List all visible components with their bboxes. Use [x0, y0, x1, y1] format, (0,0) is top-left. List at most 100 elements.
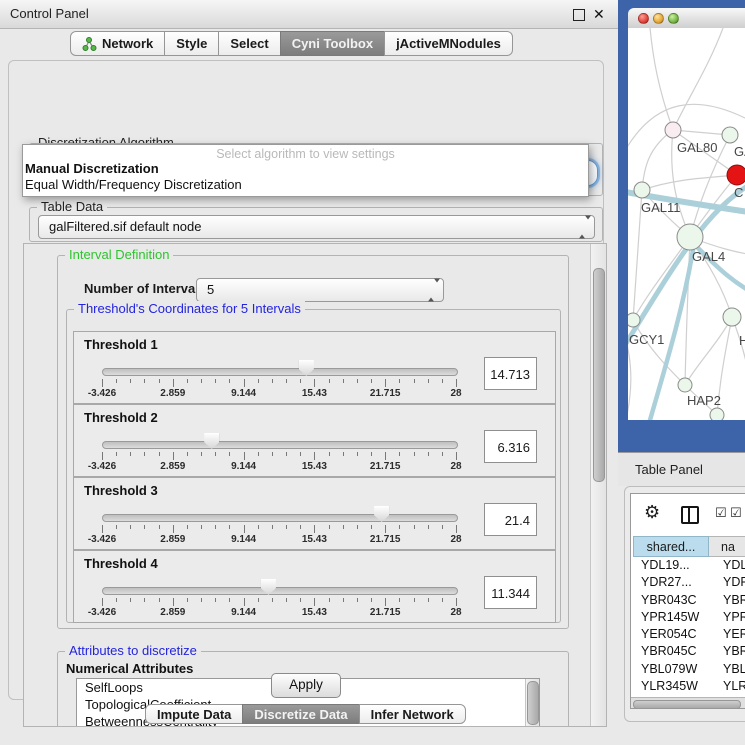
- table-row[interactable]: YLR345W YLR3: [633, 678, 745, 695]
- tick-mark: [300, 452, 301, 456]
- column-header-shared-name[interactable]: shared...: [633, 536, 709, 557]
- cell-name[interactable]: YBR0: [723, 592, 745, 609]
- table-horizontal-scrollbar[interactable]: [631, 697, 745, 708]
- thresholds-group: Threshold's Coordinates for 5 Intervals …: [66, 309, 561, 623]
- network-node-gal11[interactable]: [634, 182, 650, 198]
- threshold-4-value[interactable]: 11.344: [484, 576, 537, 609]
- cell-name[interactable]: YLR3: [723, 678, 745, 695]
- table-row[interactable]: YBR043C YBR0: [633, 592, 745, 609]
- network-node-gal4[interactable]: [677, 224, 703, 250]
- tick-mark: [244, 379, 245, 387]
- cell-shared-name[interactable]: YLR345W: [641, 678, 698, 695]
- cell-name[interactable]: YER0: [723, 626, 745, 643]
- cell-shared-name[interactable]: YBR045C: [641, 643, 697, 660]
- columns-icon[interactable]: [681, 506, 699, 524]
- cell-name[interactable]: YBR0: [723, 643, 745, 660]
- tab-discretize-data[interactable]: Discretize Data: [242, 704, 359, 724]
- table-row[interactable]: YDR27... YDR2: [633, 574, 745, 591]
- cell-shared-name[interactable]: YDL19...: [641, 557, 690, 574]
- apply-button[interactable]: Apply: [271, 673, 341, 698]
- tick-mark: [144, 452, 145, 456]
- threshold-2-value[interactable]: 6.316: [484, 430, 537, 463]
- tick-mark: [144, 379, 145, 383]
- threshold-3-value[interactable]: 21.4: [484, 503, 537, 536]
- node-label: H: [739, 333, 745, 348]
- checkbox-icon[interactable]: ☑: [730, 506, 742, 521]
- tick-mark: [215, 598, 216, 602]
- tick-mark: [414, 525, 415, 529]
- network-node-ga[interactable]: [722, 127, 738, 143]
- network-node-hap2[interactable]: [678, 378, 692, 392]
- table-row[interactable]: YBR045C YBR0: [633, 643, 745, 660]
- gear-icon[interactable]: ⚙: [644, 502, 660, 523]
- tick-mark: [187, 598, 188, 602]
- table-row[interactable]: YDL19... YDL1: [633, 557, 745, 574]
- cell-shared-name[interactable]: YBL079W: [641, 661, 697, 678]
- tick-mark: [258, 379, 259, 383]
- cell-shared-name[interactable]: YDR27...: [641, 574, 692, 591]
- float-window-icon[interactable]: [573, 9, 585, 21]
- tick-mark: [229, 598, 230, 602]
- minimize-traffic-light-icon[interactable]: [653, 13, 664, 24]
- threshold-2-slider-track[interactable]: [102, 441, 458, 449]
- cell-shared-name[interactable]: YER054C: [641, 626, 697, 643]
- table-row[interactable]: YPR145W YPR1: [633, 609, 745, 626]
- algorithm-option[interactable]: Equal Width/Frequency Discretization: [23, 177, 588, 193]
- tick-mark: [229, 452, 230, 456]
- settings-scrollbar[interactable]: [590, 244, 606, 726]
- threshold-4-label: Threshold 4: [84, 556, 158, 571]
- list-scrollbar-thumb[interactable]: [527, 681, 539, 725]
- cell-name[interactable]: YPR1: [723, 609, 745, 626]
- tick-label: 2.859: [160, 461, 185, 472]
- tick-mark: [371, 379, 372, 383]
- list-scrollbar[interactable]: [525, 679, 539, 727]
- node-label: GAL80: [677, 140, 717, 155]
- tab-select[interactable]: Select: [218, 31, 280, 56]
- node-table-window: ⚙ ☑ ☑ shared... na YDL19...YDL1YDR27...Y…: [630, 493, 745, 709]
- settings-scrollbar-thumb[interactable]: [593, 268, 605, 482]
- table-horizontal-scrollbar-thumb[interactable]: [633, 700, 741, 709]
- zoom-traffic-light-icon[interactable]: [668, 13, 679, 24]
- network-node-c[interactable]: [727, 165, 745, 185]
- tick-label: 2.859: [160, 388, 185, 399]
- tick-mark: [159, 525, 160, 529]
- tick-mark: [414, 452, 415, 456]
- algorithm-option[interactable]: Manual Discretization: [23, 161, 588, 177]
- cell-shared-name[interactable]: YBR043C: [641, 592, 697, 609]
- cell-shared-name[interactable]: YPR145W: [641, 609, 699, 626]
- tab-jactivemnodules[interactable]: jActiveMNodules: [384, 31, 513, 56]
- tick-mark: [371, 598, 372, 602]
- cell-name[interactable]: YBL0: [723, 661, 745, 678]
- table-row[interactable]: YBL079W YBL0: [633, 661, 745, 678]
- network-node-gal80[interactable]: [665, 122, 681, 138]
- threshold-1-value[interactable]: 14.713: [484, 357, 537, 390]
- tick-label: 21.715: [370, 607, 401, 618]
- threshold-1-slider-track[interactable]: [102, 368, 458, 376]
- threshold-4-slider-track[interactable]: [102, 587, 458, 595]
- slider-tick-labels: -3.4262.8599.14415.4321.71528: [102, 388, 456, 400]
- tab-infer-network[interactable]: Infer Network: [359, 704, 466, 724]
- number-of-intervals-select[interactable]: 5: [196, 278, 444, 302]
- network-node[interactable]: [710, 408, 724, 420]
- tab-style[interactable]: Style: [164, 31, 219, 56]
- close-traffic-light-icon[interactable]: [638, 13, 649, 24]
- column-header-name[interactable]: na: [709, 536, 745, 557]
- cell-name[interactable]: YDL1: [723, 557, 745, 574]
- tick-mark: [300, 525, 301, 529]
- tab-impute-data[interactable]: Impute Data: [145, 704, 243, 724]
- network-node-h[interactable]: [723, 308, 741, 326]
- threshold-3-slider-track[interactable]: [102, 514, 458, 522]
- cell-name[interactable]: YDR2: [723, 574, 745, 591]
- close-icon[interactable]: ✕: [593, 0, 605, 28]
- tab-cyni-toolbox[interactable]: Cyni Toolbox: [280, 31, 385, 56]
- network-canvas[interactable]: GAL80GACGAL11GAL4GCY1HHAP2: [628, 28, 745, 420]
- top-tab-bar: NetworkStyleSelectCyni ToolboxjActiveMNo…: [70, 31, 513, 56]
- cyni-toolbox-panel: Discretization Algorithm Table Data galF…: [8, 60, 604, 700]
- table-row[interactable]: YER054C YER0: [633, 626, 745, 643]
- tab-network[interactable]: Network: [70, 31, 165, 56]
- tick-label: 28: [450, 461, 461, 472]
- threshold-3-label: Threshold 3: [84, 483, 158, 498]
- table-data-select[interactable]: galFiltered.sif default node: [38, 215, 595, 239]
- network-node-gcy1[interactable]: [628, 313, 640, 327]
- checkbox-icon[interactable]: ☑: [715, 506, 727, 521]
